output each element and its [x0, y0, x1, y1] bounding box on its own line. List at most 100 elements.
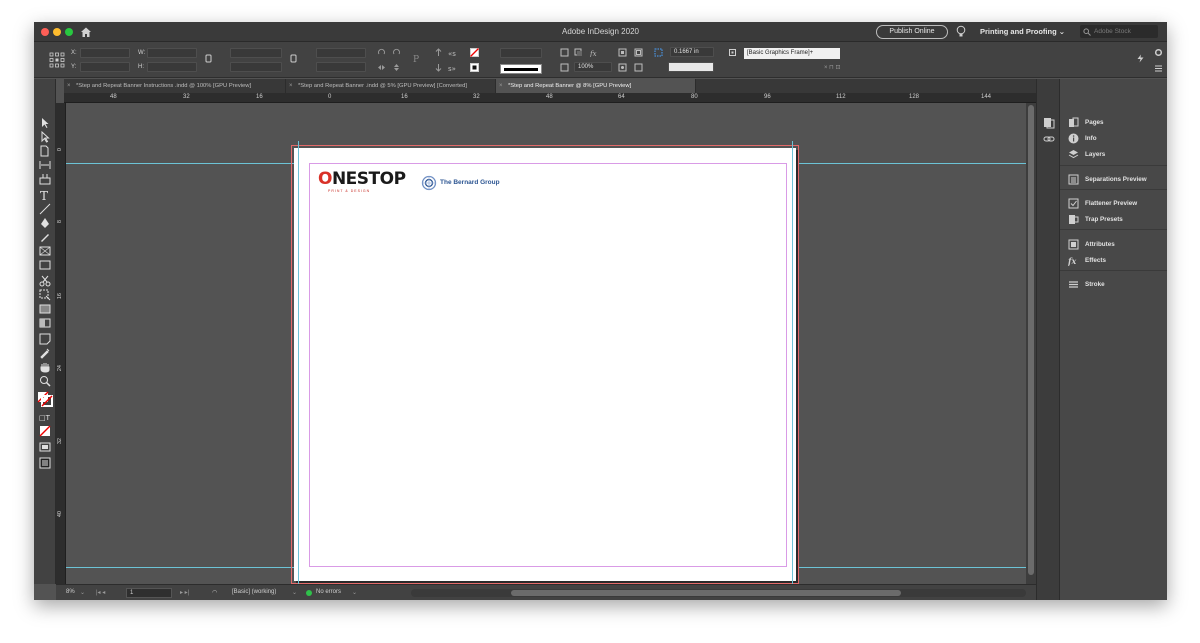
scale-y-field[interactable]: [230, 62, 282, 72]
constrain-proportions-icon[interactable]: [204, 54, 213, 63]
content-collector-icon[interactable]: [39, 173, 51, 185]
pen-tool-icon[interactable]: [39, 217, 51, 229]
fill-stroke-swatch-icon[interactable]: [37, 391, 53, 407]
panel-info[interactable]: Info: [1068, 131, 1097, 145]
preflight-icon[interactable]: ◠: [212, 589, 217, 596]
stroke-weight-field[interactable]: [500, 48, 542, 58]
horizontal-scrollbar[interactable]: [411, 589, 1026, 597]
panel-separations-preview[interactable]: Separations Preview: [1068, 172, 1147, 186]
settings-gear-icon[interactable]: [1154, 48, 1163, 57]
view-mode-icon[interactable]: [39, 457, 51, 469]
note-tool-icon[interactable]: [39, 333, 51, 345]
fill-tint-field[interactable]: [668, 62, 714, 72]
rotation-angle-field[interactable]: [316, 48, 366, 58]
preflight-profile-dropdown-icon[interactable]: ⌄: [292, 589, 297, 596]
panel-layers[interactable]: Layers: [1068, 147, 1105, 161]
constrain-scale-icon[interactable]: [289, 54, 298, 63]
reference-point-icon[interactable]: [49, 52, 65, 68]
page-number-field[interactable]: 1: [126, 588, 172, 598]
vertical-scroll-thumb[interactable]: [1028, 105, 1034, 575]
apply-none-icon[interactable]: [39, 425, 51, 437]
select-previous-icon[interactable]: «s: [448, 48, 457, 57]
formatting-container-icon[interactable]: □T: [39, 411, 51, 423]
vertical-scrollbar[interactable]: [1026, 103, 1036, 584]
ruler-guide-vertical[interactable]: [792, 141, 793, 584]
eyedropper-tool-icon[interactable]: [39, 347, 51, 359]
preflight-status[interactable]: No errors: [316, 589, 341, 595]
fill-swatch-icon[interactable]: [470, 48, 479, 57]
panel-stroke[interactable]: Stroke: [1068, 277, 1105, 291]
width-field[interactable]: [147, 48, 197, 58]
tab-banner-active[interactable]: × *Step and Repeat Banner @ 8% [GPU Previ…: [496, 79, 696, 93]
align-center-icon[interactable]: [618, 63, 627, 72]
stroke-weight-inch-field[interactable]: 0.1667 in: [670, 47, 714, 57]
preflight-menu-icon[interactable]: ⌄: [352, 589, 357, 596]
wrap-none-icon[interactable]: [618, 48, 627, 57]
free-transform-tool-icon[interactable]: [39, 289, 51, 301]
height-field[interactable]: [147, 62, 197, 72]
lightbulb-icon[interactable]: [956, 25, 966, 38]
clear-overrides-icon[interactable]: × ⊓ ⊡: [824, 64, 841, 71]
cc-libraries-icon[interactable]: [1043, 117, 1055, 129]
auto-fit-icon[interactable]: [634, 63, 643, 72]
horizontal-scroll-thumb[interactable]: [511, 590, 901, 596]
flip-vertical-icon[interactable]: [392, 63, 401, 72]
scissors-tool-icon[interactable]: [39, 275, 51, 287]
preflight-profile[interactable]: [Basic] (working): [232, 589, 276, 595]
direct-selection-tool-icon[interactable]: [39, 131, 51, 143]
gradient-swatch-tool-icon[interactable]: [39, 303, 51, 315]
bernard-group-logo-mark[interactable]: [421, 175, 437, 191]
page-tool-icon[interactable]: [39, 145, 51, 157]
links-icon[interactable]: [1043, 133, 1055, 145]
panel-attributes[interactable]: Attributes: [1068, 237, 1115, 251]
line-tool-icon[interactable]: [39, 203, 51, 215]
rectangle-tool-icon[interactable]: [39, 259, 51, 271]
fx-icon[interactable]: fx: [590, 48, 599, 57]
drop-shadow-icon[interactable]: [574, 48, 583, 57]
gradient-feather-tool-icon[interactable]: [39, 317, 51, 329]
close-tab-icon[interactable]: ×: [499, 79, 503, 93]
scale-x-field[interactable]: [230, 48, 282, 58]
x-position-field[interactable]: [80, 48, 130, 58]
shear-angle-field[interactable]: [316, 62, 366, 72]
gap-tool-icon[interactable]: [39, 159, 51, 171]
quick-apply-icon[interactable]: [1136, 54, 1145, 63]
rotate-cw-icon[interactable]: [377, 48, 386, 57]
close-tab-icon[interactable]: ×: [67, 79, 71, 93]
select-container-icon[interactable]: [434, 48, 443, 57]
zoom-dropdown-icon[interactable]: ⌄: [80, 589, 85, 596]
publish-online-button[interactable]: Publish Online: [876, 25, 948, 39]
tab-instructions[interactable]: × *Step and Repeat Banner Instructions .i…: [64, 79, 286, 93]
type-tool-icon[interactable]: T: [39, 189, 51, 201]
wrap-bounding-icon[interactable]: [634, 48, 643, 57]
panel-effects[interactable]: fx Effects: [1068, 253, 1106, 267]
rotate-ccw-icon[interactable]: [392, 48, 401, 57]
stroke-swatch-icon[interactable]: [470, 63, 479, 72]
rectangle-frame-tool-icon[interactable]: [39, 245, 51, 257]
selection-tool-icon[interactable]: [39, 117, 51, 129]
next-page-icon[interactable]: ▸ ▸|: [180, 589, 189, 596]
ruler-guide-vertical[interactable]: [298, 141, 299, 584]
fit-content-icon[interactable]: [654, 48, 663, 57]
object-style-dropdown[interactable]: [Basic Graphics Frame]+: [744, 48, 840, 59]
zoom-tool-icon[interactable]: [39, 375, 51, 387]
screen-mode-icon[interactable]: [39, 441, 51, 453]
pencil-tool-icon[interactable]: [39, 231, 51, 243]
panel-trap-presets[interactable]: Trap Presets: [1068, 212, 1123, 226]
onestop-logo[interactable]: ONESTOP: [318, 169, 406, 189]
stroke-type-swatch[interactable]: [500, 64, 542, 74]
corner-options-icon[interactable]: [560, 48, 569, 57]
select-content-icon[interactable]: [434, 63, 443, 72]
panel-flattener-preview[interactable]: Flattener Preview: [1068, 196, 1137, 210]
horizontal-ruler[interactable]: 48 32 16 0 16 32 48 64 80 96 112 128 144…: [64, 93, 1064, 103]
opacity-field[interactable]: 100%: [574, 62, 612, 72]
pasteboard[interactable]: ONESTOP PRINT & DESIGN The Bernard Group: [66, 103, 1026, 584]
panel-pages[interactable]: Pages: [1068, 115, 1104, 129]
tab-banner-converted[interactable]: × *Step and Repeat Banner .indd @ 5% [GPU…: [286, 79, 496, 93]
select-next-icon[interactable]: s»: [448, 63, 457, 72]
zoom-level[interactable]: 8%: [66, 589, 75, 595]
adobe-stock-search[interactable]: Adobe Stock: [1080, 25, 1158, 38]
flip-horizontal-icon[interactable]: [377, 63, 386, 72]
hand-tool-icon[interactable]: [39, 361, 51, 373]
y-position-field[interactable]: [80, 62, 130, 72]
